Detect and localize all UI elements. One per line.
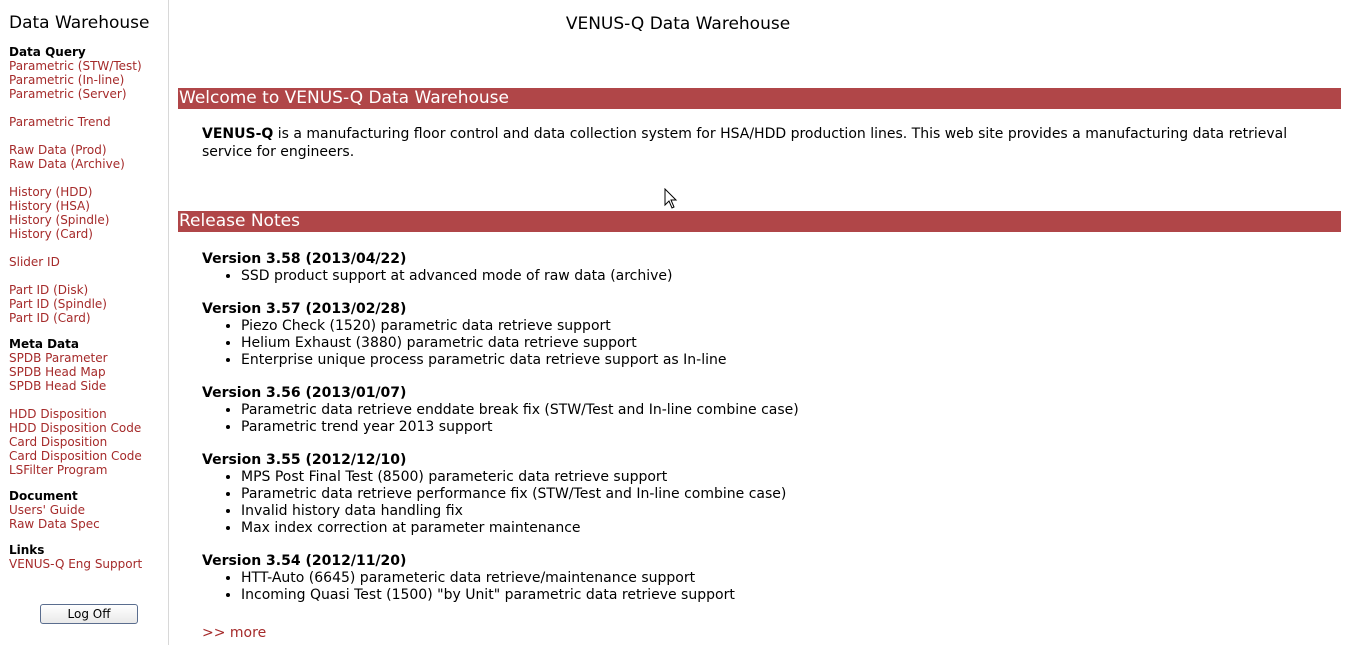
- mouse-pointer-icon: [664, 188, 678, 209]
- release-note-item: HTT-Auto (6645) parameteric data retriev…: [241, 570, 1302, 587]
- sidebar-link[interactable]: Parametric Trend: [9, 115, 142, 129]
- sidebar-link[interactable]: SPDB Head Side: [9, 379, 142, 393]
- sidebar-link[interactable]: History (HDD): [9, 185, 142, 199]
- sidebar-link[interactable]: Parametric (Server): [9, 87, 142, 101]
- release-note-item: Invalid history data handling fix: [241, 503, 1302, 520]
- release-note-item: Piezo Check (1520) parametric data retri…: [241, 318, 1302, 335]
- sidebar-link[interactable]: VENUS-Q Eng Support: [9, 557, 142, 571]
- sidebar-link[interactable]: HDD Disposition: [9, 407, 142, 421]
- sidebar-link[interactable]: HDD Disposition Code: [9, 421, 142, 435]
- sidebar-link[interactable]: Part ID (Disk): [9, 283, 142, 297]
- release-version: Version 3.54 (2012/11/20): [202, 553, 407, 569]
- sidebar-link[interactable]: Card Disposition Code: [9, 449, 142, 463]
- sidebar-group: Links VENUS-Q Eng Support: [9, 543, 142, 571]
- sidebar-link[interactable]: Raw Data (Archive): [9, 157, 142, 171]
- sidebar-link[interactable]: SPDB Parameter: [9, 351, 142, 365]
- page-title: VENUS-Q Data Warehouse: [565, 14, 791, 34]
- sidebar-link[interactable]: Part ID (Card): [9, 311, 142, 325]
- release-notes-bar: Release Notes: [178, 211, 1341, 232]
- release-version: Version 3.56 (2013/01/07): [202, 385, 407, 401]
- sidebar-title: Data Warehouse: [9, 13, 150, 33]
- release-notes-list: Version 3.58 (2013/04/22)SSD product sup…: [202, 251, 1302, 620]
- release-note-item: SSD product support at advanced mode of …: [241, 268, 1302, 285]
- release-note-item: Parametric data retrieve performance fix…: [241, 486, 1302, 503]
- sidebar-group-heading: Data Query: [9, 45, 86, 59]
- sidebar-link[interactable]: Part ID (Spindle): [9, 297, 142, 311]
- release-notes-items: Parametric data retrieve enddate break f…: [202, 402, 1302, 436]
- intro-product-name: VENUS-Q: [202, 126, 274, 142]
- welcome-section-bar: Welcome to VENUS-Q Data Warehouse: [178, 88, 1341, 109]
- release-note-item: Helium Exhaust (3880) parametric data re…: [241, 335, 1302, 352]
- release-note-item: Parametric trend year 2013 support: [241, 419, 1302, 436]
- release-version: Version 3.58 (2013/04/22): [202, 251, 407, 267]
- sidebar-group-heading: Meta Data: [9, 337, 79, 351]
- sidebar-group: Meta Data SPDB Parameter SPDB Head Map SPDB…: [9, 337, 142, 477]
- sidebar-group-heading: Links: [9, 543, 45, 557]
- intro-paragraph: VENUS-Q is a manufacturing floor control…: [202, 125, 1312, 161]
- more-link[interactable]: >> more: [202, 625, 266, 642]
- sidebar-link[interactable]: Raw Data (Prod): [9, 143, 142, 157]
- sidebar-link[interactable]: LSFilter Program: [9, 463, 142, 477]
- sidebar-link[interactable]: Raw Data Spec: [9, 517, 100, 531]
- log-off-button[interactable]: Log Off: [40, 604, 138, 624]
- release-note-item: Enterprise unique process parametric dat…: [241, 352, 1302, 369]
- release-notes-items: Piezo Check (1520) parametric data retri…: [202, 318, 1302, 369]
- release-note-item: Parametric data retrieve enddate break f…: [241, 402, 1302, 419]
- sidebar-link[interactable]: SPDB Head Map: [9, 365, 142, 379]
- sidebar-group-heading: Document: [9, 489, 78, 503]
- release-version: Version 3.55 (2012/12/10): [202, 452, 407, 468]
- sidebar-group: Document Users' Guide Raw Data Spec: [9, 489, 100, 531]
- release-note-item: Incoming Quasi Test (1500) "by Unit" par…: [241, 587, 1302, 604]
- sidebar-link[interactable]: Card Disposition: [9, 435, 142, 449]
- main-content: VENUS-Q Data Warehouse Welcome to VENUS-…: [178, 0, 1341, 645]
- release-note-item: MPS Post Final Test (8500) parameteric d…: [241, 469, 1302, 486]
- release-version: Version 3.57 (2013/02/28): [202, 301, 407, 317]
- release-note-item: Max index correction at parameter mainte…: [241, 520, 1302, 537]
- sidebar-link[interactable]: History (HSA): [9, 199, 142, 213]
- intro-text: is a manufacturing floor control and dat…: [202, 126, 1288, 160]
- release-notes-items: HTT-Auto (6645) parameteric data retriev…: [202, 570, 1302, 604]
- sidebar-link[interactable]: Parametric (STW/Test): [9, 59, 142, 73]
- release-notes-items: MPS Post Final Test (8500) parameteric d…: [202, 469, 1302, 537]
- sidebar-group: Data Query Parametric (STW/Test) Parametri…: [9, 45, 142, 325]
- sidebar-link[interactable]: Users' Guide: [9, 503, 100, 517]
- sidebar-link[interactable]: Parametric (In-line): [9, 73, 142, 87]
- sidebar-link[interactable]: Slider ID: [9, 255, 142, 269]
- sidebar-link[interactable]: History (Spindle): [9, 213, 142, 227]
- sidebar-link[interactable]: History (Card): [9, 227, 142, 241]
- release-notes-items: SSD product support at advanced mode of …: [202, 268, 1302, 285]
- sidebar: Data Warehouse Data Query Parametric (STW…: [0, 0, 169, 645]
